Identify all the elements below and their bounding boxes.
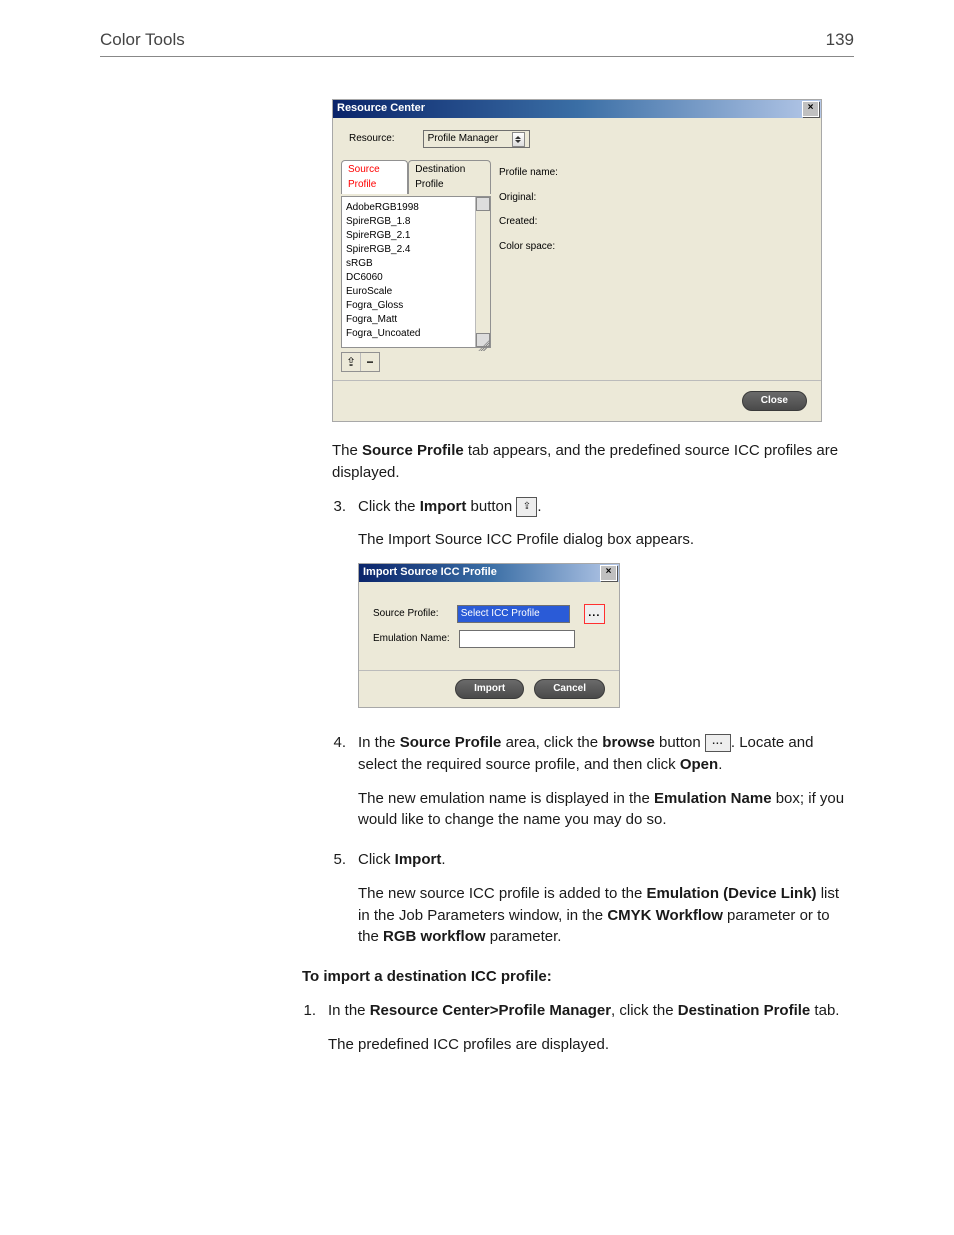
import-source-icc-screenshot: Import Source ICC Profile × Source Profi… (358, 563, 620, 708)
resource-dropdown-value: Profile Manager (428, 132, 502, 147)
window-title: Import Source ICC Profile (363, 565, 600, 581)
step-3: 3. Click the Import button . The Import … (332, 496, 854, 727)
body-text: The new emulation name is displayed in t… (358, 788, 854, 832)
import-button[interactable]: Import (455, 679, 524, 699)
list-item[interactable]: DC6060 (346, 271, 471, 285)
body-text: The Source Profile tab appears, and the … (332, 440, 854, 484)
resize-handle-icon[interactable] (478, 339, 490, 351)
resource-center-screenshot: Resource Center × Resource: Profile Mana… (332, 99, 822, 422)
header-page-number: 139 (826, 30, 854, 50)
list-item[interactable]: AdobeRGB1998 (346, 201, 471, 215)
step-d1: 1. In the Resource Center>Profile Manage… (302, 1000, 854, 1068)
scrollbar[interactable] (475, 197, 490, 347)
scroll-up-icon[interactable] (476, 197, 490, 211)
cancel-button[interactable]: Cancel (534, 679, 605, 699)
close-icon[interactable]: × (600, 565, 617, 581)
body-text: The predefined ICC profiles are displaye… (328, 1034, 854, 1056)
body-text: The new source ICC profile is added to t… (358, 883, 854, 948)
list-item[interactable]: Fogra_Gloss (346, 299, 471, 313)
window-titlebar: Import Source ICC Profile × (359, 564, 619, 582)
page-header: Color Tools 139 (100, 30, 854, 57)
list-item[interactable]: SpireRGB_2.4 (346, 243, 471, 257)
resource-label: Resource: (349, 132, 395, 147)
import-icon (516, 497, 537, 517)
meta-profile-name: Profile name: (499, 166, 813, 181)
meta-created: Created: (499, 215, 813, 230)
step-4: 4. In the Source Profile area, click the… (332, 732, 854, 843)
list-item[interactable]: EuroScale (346, 285, 471, 299)
resource-dropdown[interactable]: Profile Manager (423, 130, 530, 148)
subheading: To import a destination ICC profile: (302, 966, 854, 988)
window-titlebar: Resource Center × (333, 100, 821, 118)
step-5: 5. Click Import. The new source ICC prof… (332, 849, 854, 960)
step-number: 5. (332, 849, 346, 960)
list-item[interactable]: Fogra_Matt (346, 313, 471, 327)
source-profile-label: Source Profile: (373, 607, 449, 622)
browse-icon (705, 734, 731, 752)
list-item[interactable]: SpireRGB_1.8 (346, 215, 471, 229)
browse-button[interactable]: ... (584, 604, 605, 624)
header-left: Color Tools (100, 30, 185, 50)
emulation-name-input[interactable] (459, 630, 575, 648)
source-profile-input[interactable]: Select ICC Profile (457, 605, 570, 623)
import-icon[interactable]: ⇪ (342, 353, 361, 371)
meta-color-space: Color space: (499, 240, 813, 255)
list-item[interactable]: SpireRGB_2.1 (346, 229, 471, 243)
meta-original: Original: (499, 191, 813, 206)
list-item[interactable]: sRGB (346, 257, 471, 271)
remove-icon[interactable]: − (361, 353, 379, 371)
profile-list[interactable]: AdobeRGB1998 SpireRGB_1.8 SpireRGB_2.1 S… (342, 197, 475, 347)
step-number: 4. (332, 732, 346, 843)
close-icon[interactable]: × (802, 101, 819, 117)
list-item[interactable]: Fogra_Uncoated (346, 327, 471, 341)
close-button[interactable]: Close (742, 391, 807, 411)
tab-source-profile[interactable]: Source Profile (341, 160, 408, 194)
window-title: Resource Center (337, 101, 802, 117)
step-number: 1. (302, 1000, 316, 1068)
dropdown-arrows-icon (512, 132, 525, 147)
emulation-name-label: Emulation Name: (373, 632, 451, 647)
tab-destination-profile[interactable]: Destination Profile (408, 160, 491, 194)
step-number: 3. (332, 496, 346, 727)
body-text: The Import Source ICC Profile dialog box… (358, 529, 854, 551)
